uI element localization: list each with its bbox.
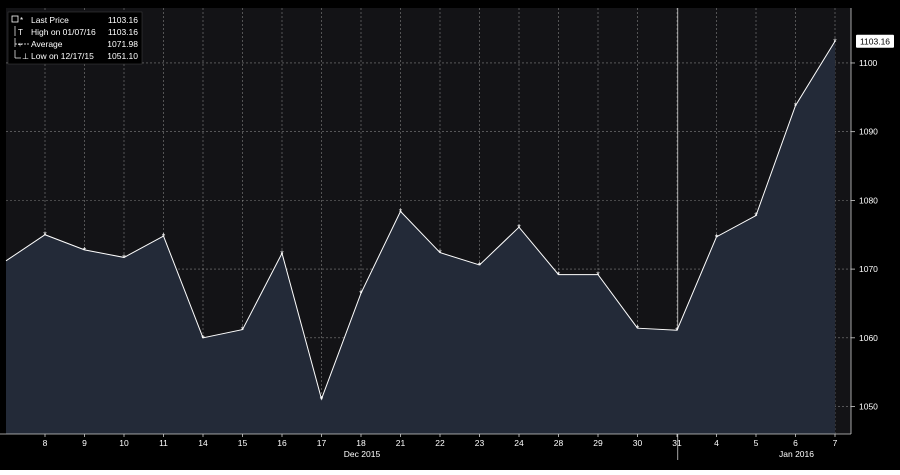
legend-label: Low on 12/17/15 [31, 51, 94, 61]
month-label: Dec 2015 [344, 449, 381, 459]
x-tick-label: 6 [793, 438, 798, 448]
x-tick-label: 4 [714, 438, 719, 448]
data-point: * [43, 230, 47, 240]
data-point: * [754, 211, 758, 221]
data-point: * [162, 232, 166, 242]
data-point: * [596, 270, 600, 280]
data-point: * [241, 325, 245, 335]
x-tick-label: 21 [396, 438, 406, 448]
price-chart: * * * * * * * * * * * * * * * * * * * * * 1050 1060 1070 1080 10… [0, 0, 900, 470]
data-point: * [359, 289, 363, 299]
legend-value: 1051.10 [107, 51, 138, 61]
x-tick-label: 22 [435, 438, 445, 448]
x-tick-label: 16 [277, 438, 287, 448]
svg-text:⊥: ⊥ [22, 52, 29, 61]
x-tick-label: 8 [43, 438, 48, 448]
data-point: * [83, 245, 87, 255]
data-point: * [794, 101, 798, 111]
svg-text:*: * [20, 16, 23, 25]
x-tick-label: 30 [633, 438, 643, 448]
y-tick-label: 1080 [859, 195, 878, 205]
x-tick-label: 24 [514, 438, 524, 448]
month-label: Jan 2016 [779, 449, 814, 459]
legend-value: 1103.16 [108, 15, 138, 25]
legend-label: High on 01/07/16 [31, 27, 96, 37]
svg-text:+: + [18, 42, 22, 49]
data-point: * [715, 232, 719, 242]
data-point: * [438, 248, 442, 258]
last-price-tag: 1103.16 [856, 34, 894, 48]
data-point: * [675, 326, 679, 336]
x-tick-label: 29 [593, 438, 603, 448]
x-tick-label: 11 [159, 438, 168, 448]
data-point: * [833, 37, 837, 47]
y-tick-label: 1100 [859, 58, 878, 68]
y-tick-label: 1060 [859, 333, 878, 343]
y-tick-label: 1090 [859, 127, 878, 137]
x-tick-label: 14 [198, 438, 208, 448]
data-point: * [557, 270, 561, 280]
x-tick-label: 18 [356, 438, 366, 448]
data-point: * [201, 333, 205, 343]
data-point: * [399, 207, 403, 217]
x-tick-label: 28 [554, 438, 564, 448]
x-tick-label: 31 [672, 438, 682, 448]
chart-canvas: * * * * * * * * * * * * * * * * * * * * * 1050 1060 1070 1080 10… [0, 0, 900, 470]
legend-value: 1103.16 [108, 27, 138, 37]
svg-text:T: T [18, 28, 23, 37]
x-tick-label: 17 [317, 438, 327, 448]
y-tick-label: 1070 [859, 264, 878, 274]
x-tick-label: 7 [833, 438, 838, 448]
legend: * Last Price 1103.16 T High on 01/07/16 … [7, 11, 143, 65]
data-point: * [280, 249, 284, 259]
x-tick-label: 15 [238, 438, 248, 448]
last-price-tag-label: 1103.16 [860, 36, 890, 46]
legend-row-low: ⊥ Low on 12/17/15 1051.10 [14, 50, 138, 61]
legend-label: Last Price [31, 15, 69, 25]
legend-row-high: T High on 01/07/16 1103.16 [14, 26, 138, 37]
legend-value: 1071.98 [107, 39, 138, 49]
data-point: * [517, 223, 521, 233]
legend-label: Average [31, 39, 63, 49]
data-point: * [320, 394, 324, 404]
data-point: * [636, 324, 640, 334]
y-tick-label: 1050 [859, 402, 878, 412]
data-point: * [478, 260, 482, 270]
x-tick-label: 5 [754, 438, 759, 448]
x-tick-label: 9 [82, 438, 87, 448]
x-tick-label: 10 [119, 438, 129, 448]
data-point: * [122, 253, 126, 263]
x-tick-label: 23 [475, 438, 485, 448]
